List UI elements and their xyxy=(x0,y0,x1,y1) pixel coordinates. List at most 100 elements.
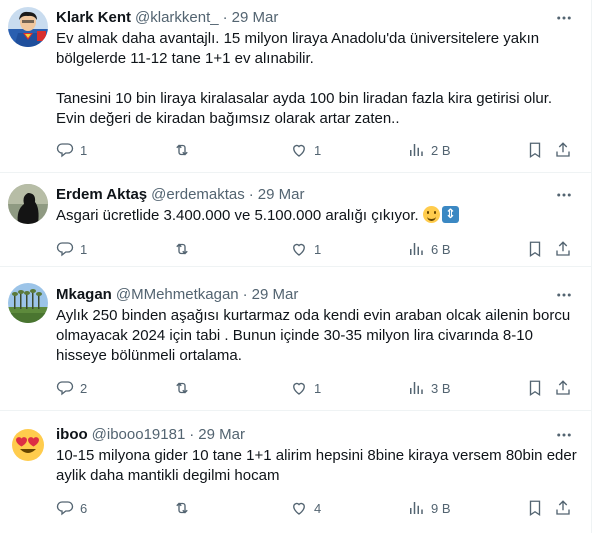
view-count: 3 B xyxy=(431,380,451,396)
reply-icon xyxy=(56,242,74,257)
reply-icon xyxy=(56,143,74,158)
more-options-icon[interactable] xyxy=(552,8,576,28)
reply-count: 6 xyxy=(80,500,88,516)
bookmark-icon xyxy=(529,241,541,258)
author-handle[interactable]: @klarkkent_ xyxy=(135,8,219,28)
heart-icon xyxy=(293,382,305,395)
like-button[interactable]: 1 xyxy=(290,378,321,398)
view-count: 9 B xyxy=(431,500,451,516)
retweet-icon xyxy=(176,502,188,514)
like-count: 1 xyxy=(314,241,322,257)
reply-button[interactable]: 1 xyxy=(56,239,87,259)
reply-button[interactable]: 1 xyxy=(56,140,87,160)
share-button[interactable] xyxy=(554,378,572,398)
bookmark-button[interactable] xyxy=(526,498,544,518)
tweet-actions: 1 1 6 B xyxy=(56,239,576,259)
landscape-avatar[interactable] xyxy=(8,283,48,323)
share-icon xyxy=(556,142,570,157)
like-button[interactable]: 1 xyxy=(290,140,321,160)
up-down-arrow-emoji-icon xyxy=(441,205,459,225)
retweet-icon xyxy=(176,243,188,255)
reply-button[interactable]: 6 xyxy=(56,498,87,518)
reply-count: 2 xyxy=(80,380,88,396)
like-count: 1 xyxy=(314,142,322,158)
retweet-icon xyxy=(176,144,188,156)
tweet[interactable]: iboo @ibooo19181 · 29 Mar 10-15 milyona … xyxy=(0,411,592,533)
retweet-button[interactable] xyxy=(173,140,197,160)
views-button[interactable]: 9 B xyxy=(407,498,451,518)
share-button[interactable] xyxy=(554,140,572,160)
analytics-icon xyxy=(410,382,423,394)
author-handle[interactable]: @erdemaktas xyxy=(151,185,245,205)
tweet-text: Aylık 250 binden aşağısı kurtarmaz oda k… xyxy=(56,307,571,364)
more-options-icon[interactable] xyxy=(552,425,576,445)
heart-icon xyxy=(293,144,305,157)
retweet-button[interactable] xyxy=(173,239,197,259)
views-button[interactable]: 3 B xyxy=(407,378,451,398)
heart-icon xyxy=(293,243,305,256)
tweet-text: 10-15 milyona gider 10 tane 1+1 alirim h… xyxy=(56,447,577,484)
share-button[interactable] xyxy=(554,498,572,518)
like-count: 1 xyxy=(314,380,322,396)
bookmark-button[interactable] xyxy=(526,239,544,259)
bookmark-icon xyxy=(529,380,541,397)
like-count: 4 xyxy=(314,500,322,516)
silhouette-avatar[interactable] xyxy=(8,184,48,224)
heart-icon xyxy=(293,502,305,515)
view-count: 2 B xyxy=(431,142,451,158)
tweet-date[interactable]: 29 Mar xyxy=(198,425,245,445)
share-icon xyxy=(556,380,570,395)
reply-icon xyxy=(56,381,74,396)
tweet-actions: 6 4 9 B xyxy=(56,498,576,518)
tweet-text: Asgari ücretlide 3.400.000 ve 5.100.000 … xyxy=(56,207,419,224)
tweet[interactable]: Mkagan @MMehmetkagan · 29 Mar Aylık 250 … xyxy=(0,267,592,411)
separator: · xyxy=(248,186,254,203)
analytics-icon xyxy=(410,144,423,156)
separator: · xyxy=(242,286,248,303)
share-button[interactable] xyxy=(554,239,572,259)
retweet-button[interactable] xyxy=(173,498,197,518)
reply-count: 1 xyxy=(80,241,88,257)
bookmark-button[interactable] xyxy=(526,140,544,160)
separator: · xyxy=(222,9,228,26)
analytics-icon xyxy=(410,243,423,255)
tweet[interactable]: Klark Kent @klarkkent_ · 29 Mar Ev almak… xyxy=(0,0,592,173)
retweet-button[interactable] xyxy=(173,378,197,398)
tweet[interactable]: Erdem Aktaş @erdemaktas · 29 Mar Asgari … xyxy=(0,173,592,267)
like-button[interactable]: 4 xyxy=(290,498,321,518)
author-handle[interactable]: @ibooo19181 xyxy=(92,425,186,445)
tweet-text-line: Asgari ücretlide 3.400.000 ve 5.100.000 … xyxy=(56,205,580,226)
author-handle[interactable]: @MMehmetkagan xyxy=(116,285,239,305)
more-options-icon[interactable] xyxy=(552,285,576,305)
tweet-actions: 2 1 3 B xyxy=(56,378,576,398)
views-button[interactable]: 2 B xyxy=(407,140,451,160)
retweet-icon xyxy=(176,382,188,394)
more-options-icon[interactable] xyxy=(552,185,576,205)
author-name[interactable]: iboo xyxy=(56,425,88,445)
smiling-face-emoji-icon xyxy=(422,206,440,223)
share-icon xyxy=(556,500,570,515)
bookmark-icon xyxy=(529,142,541,159)
tweet-date[interactable]: 29 Mar xyxy=(258,185,305,205)
views-button[interactable]: 6 B xyxy=(407,239,451,259)
heart-eyes-emoji-avatar[interactable] xyxy=(8,425,48,465)
tweet-text: Ev almak daha avantajlı. 15 milyon liray… xyxy=(56,30,553,127)
like-button[interactable]: 1 xyxy=(290,239,321,259)
tweet-date[interactable]: 29 Mar xyxy=(252,285,299,305)
view-count: 6 B xyxy=(431,241,451,257)
tweet-actions: 1 1 2 B xyxy=(56,140,576,160)
separator: · xyxy=(189,426,195,443)
analytics-icon xyxy=(410,502,423,514)
superman-avatar[interactable] xyxy=(8,7,48,47)
reply-timeline: Klark Kent @klarkkent_ · 29 Mar Ev almak… xyxy=(0,0,592,533)
tweet-date[interactable]: 29 Mar xyxy=(232,8,279,28)
author-name[interactable]: Mkagan xyxy=(56,285,112,305)
author-name[interactable]: Erdem Aktaş xyxy=(56,185,147,205)
share-icon xyxy=(556,241,570,256)
reply-count: 1 xyxy=(80,142,88,158)
bookmark-icon xyxy=(529,500,541,517)
reply-icon xyxy=(56,501,74,516)
author-name[interactable]: Klark Kent xyxy=(56,8,131,28)
reply-button[interactable]: 2 xyxy=(56,378,87,398)
bookmark-button[interactable] xyxy=(526,378,544,398)
